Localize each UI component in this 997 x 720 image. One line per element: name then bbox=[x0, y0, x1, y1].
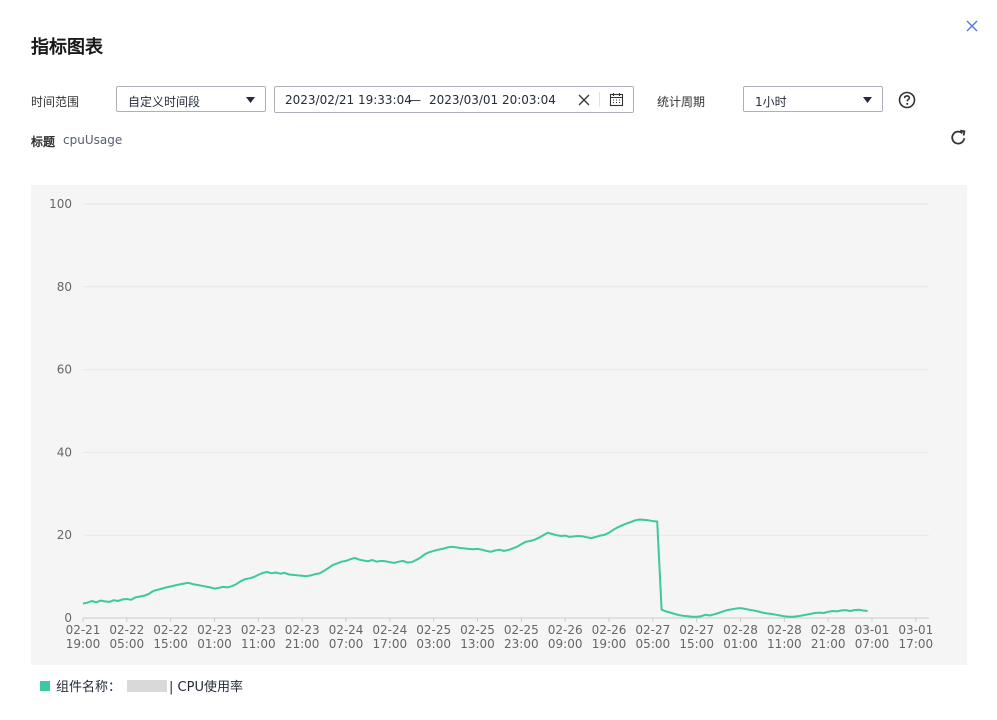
x-tick-label: 02-22 15:00 bbox=[153, 623, 188, 651]
x-tick-label: 02-23 11:00 bbox=[241, 623, 276, 651]
y-tick-label: 80 bbox=[57, 280, 72, 294]
range-separator: — bbox=[409, 93, 421, 107]
y-tick-label: 20 bbox=[57, 528, 72, 542]
x-tick-label: 02-25 03:00 bbox=[416, 623, 451, 651]
y-tick-label: 60 bbox=[57, 363, 72, 377]
x-tick-label: 02-25 13:00 bbox=[460, 623, 495, 651]
period-value: 1小时 bbox=[755, 95, 787, 109]
x-tick-label: 02-28 21:00 bbox=[811, 623, 846, 651]
redacted-component-name bbox=[127, 679, 168, 692]
chart-panel: 0 20 40 60 80 100 02-21 19:00 02-22 05:00 02-22 15:… bbox=[31, 185, 967, 665]
x-tick-label: 02-23 01:00 bbox=[197, 623, 232, 651]
legend: 组件名称： | CPU使用率 bbox=[40, 676, 243, 695]
x-tick-label: 02-25 23:00 bbox=[504, 623, 539, 651]
series-line bbox=[82, 518, 868, 618]
chevron-down-icon bbox=[863, 97, 872, 103]
metric-title-label: 标题 bbox=[31, 135, 56, 149]
x-tick-label: 02-26 09:00 bbox=[548, 623, 583, 651]
x-tick-label: 02-27 15:00 bbox=[679, 623, 714, 651]
range-divider bbox=[599, 92, 600, 107]
x-tick-label: 03-01 17:00 bbox=[898, 623, 933, 651]
chevron-down-icon bbox=[246, 97, 255, 103]
legend-suffix: | CPU使用率 bbox=[169, 680, 243, 695]
x-tick-label: 02-22 05:00 bbox=[109, 623, 144, 651]
refresh-icon[interactable] bbox=[949, 128, 968, 147]
clear-icon[interactable] bbox=[578, 94, 590, 106]
range-end[interactable]: 2023/03/01 20:03:04 bbox=[429, 93, 556, 107]
help-icon[interactable] bbox=[898, 91, 916, 109]
period-select[interactable]: 1小时 bbox=[743, 86, 883, 112]
close-icon[interactable] bbox=[963, 17, 981, 35]
x-tick-label: 02-26 19:00 bbox=[592, 623, 627, 651]
dialog-title: 指标图表 bbox=[31, 37, 103, 58]
x-tick-label: 02-24 07:00 bbox=[329, 623, 364, 651]
x-tick-label: 02-24 17:00 bbox=[372, 623, 407, 651]
range-start[interactable]: 2023/02/21 19:33:04 bbox=[285, 93, 412, 107]
period-label: 统计周期 bbox=[657, 95, 706, 109]
cpu-usage-chart: 02040608010002-21 19:0002-22 05:0002-22 15:… bbox=[49, 197, 933, 651]
time-range-label: 时间范围 bbox=[31, 95, 80, 109]
metric-title-value: cpuUsage bbox=[63, 133, 123, 147]
time-range-select[interactable]: 自定义时间段 bbox=[116, 86, 266, 112]
calendar-icon[interactable] bbox=[609, 92, 624, 107]
x-tick-label: 02-21 19:00 bbox=[66, 623, 101, 651]
x-tick-label: 02-27 05:00 bbox=[635, 623, 670, 651]
x-tick-label: 03-01 07:00 bbox=[855, 623, 890, 651]
date-range-picker[interactable]: 2023/02/21 19:33:04 — 2023/03/01 20:03:0… bbox=[274, 86, 634, 113]
y-tick-label: 100 bbox=[49, 197, 72, 211]
y-tick-label: 40 bbox=[57, 445, 72, 459]
legend-swatch bbox=[40, 680, 50, 691]
x-tick-label: 02-28 11:00 bbox=[767, 623, 802, 651]
legend-prefix: 组件名称： bbox=[56, 680, 122, 695]
x-tick-label: 02-28 01:00 bbox=[723, 623, 758, 651]
time-range-value: 自定义时间段 bbox=[128, 95, 201, 109]
x-tick-label: 02-23 21:00 bbox=[285, 623, 320, 651]
